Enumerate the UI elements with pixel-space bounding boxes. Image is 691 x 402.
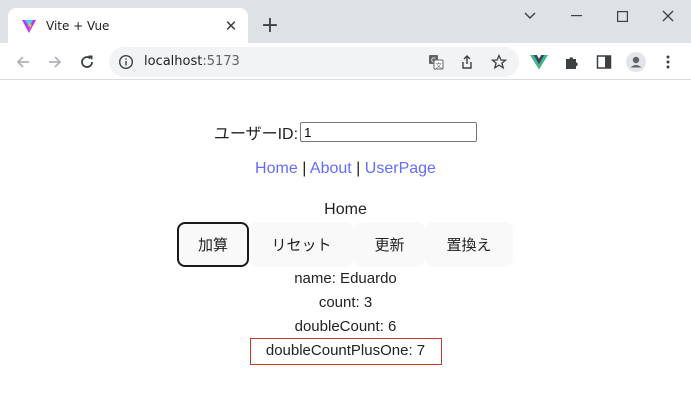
extensions-puzzle-icon[interactable] [562,52,582,72]
router-nav: Home | About | UserPage [0,160,691,178]
double-count-text: doubleCount: 6 [294,318,397,335]
view-title: Home [324,201,367,218]
nav-link-home[interactable]: Home [255,160,298,177]
vue-devtools-icon[interactable] [529,52,549,72]
close-window-icon[interactable] [645,0,691,32]
tab-strip: Vite + Vue ✕ + [0,0,691,43]
tab-close-icon[interactable]: ✕ [221,16,241,36]
reset-button[interactable]: リセット [249,222,354,267]
new-tab-button[interactable]: + [258,13,282,38]
site-info-icon[interactable] [118,54,134,70]
nav-separator: | [356,160,361,177]
tab-search-icon[interactable] [507,0,553,32]
nav-link-about[interactable]: About [310,160,352,177]
browser-menu-icon[interactable] [658,52,678,72]
add-button[interactable]: 加算 [177,222,249,267]
nav-link-userpage[interactable]: UserPage [365,160,436,177]
user-id-label: ユーザーID: [213,126,299,143]
vite-favicon-icon [21,18,37,34]
maximize-icon[interactable] [599,0,645,32]
address-bar[interactable]: localhost:5173 G文 [109,47,519,77]
back-arrow-icon[interactable] [9,48,37,76]
name-text: name: Eduardo [294,270,397,287]
reload-icon[interactable] [73,48,101,76]
minimize-icon[interactable] [553,0,599,32]
profile-avatar-icon[interactable] [626,52,646,72]
forward-arrow-icon[interactable] [41,48,69,76]
bookmark-star-icon[interactable] [490,53,508,71]
user-id-row: ユーザーID: [0,120,691,144]
url-text: localhost:5173 [144,54,240,69]
browser-tab[interactable]: Vite + Vue ✕ [8,8,248,43]
count-text: count: 3 [318,294,373,311]
svg-text:文: 文 [436,61,443,70]
update-button[interactable]: 更新 [354,222,425,267]
url-port: :5173 [202,54,240,69]
page-content: ユーザーID: Home | About | UserPage Home 加算 … [0,80,691,402]
double-count-plus-one-text: doubleCountPlusOne: 7 [265,342,426,359]
browser-toolbar: localhost:5173 G文 [0,43,691,80]
side-panel-icon[interactable] [594,52,614,72]
replace-button[interactable]: 置換え [425,222,513,267]
user-id-input[interactable] [300,122,478,142]
nav-separator: | [302,160,307,177]
tab-title: Vite + Vue [46,18,110,33]
translate-icon[interactable]: G文 [427,53,445,71]
share-icon[interactable] [458,53,476,71]
action-buttons: 加算 リセット 更新 置換え [177,222,513,267]
url-host: localhost [144,54,203,69]
